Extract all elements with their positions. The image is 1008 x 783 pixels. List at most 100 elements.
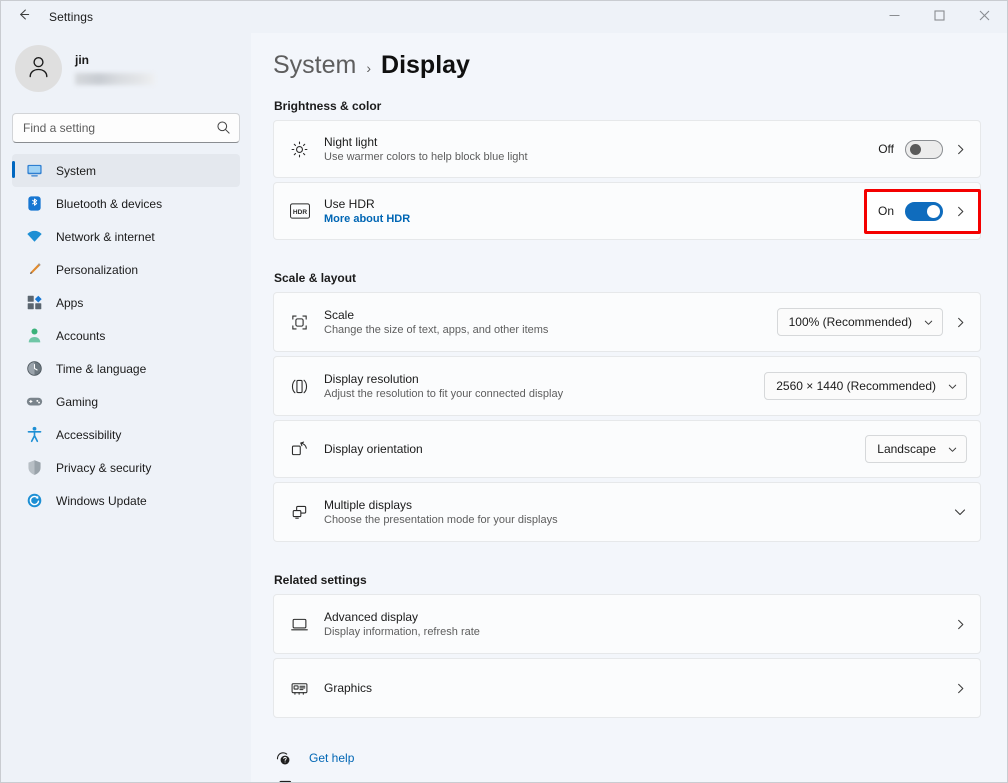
give-feedback-link[interactable]: Give feedback (274, 778, 981, 782)
sidebar-item-privacy-security[interactable]: Privacy & security (12, 451, 240, 484)
hdr-badge-icon: HDR (289, 201, 310, 222)
more-about-hdr-link[interactable]: More about HDR (324, 213, 410, 225)
use-hdr-controls: On (878, 202, 967, 221)
monitor-icon (26, 162, 43, 179)
sidebar-item-apps[interactable]: Apps (12, 286, 240, 319)
sidebar-item-accessibility[interactable]: Accessibility (12, 418, 240, 451)
card-title: Graphics (324, 681, 940, 695)
get-help-link[interactable]: Get help (274, 749, 981, 767)
sidebar: jin (1, 33, 251, 782)
search-input[interactable] (12, 113, 240, 143)
night-light-controls: Off (878, 140, 967, 159)
maximize-button[interactable] (917, 1, 962, 33)
laptop-monitor-icon (289, 614, 310, 635)
card-title: Multiple displays (324, 498, 939, 512)
minimize-icon (889, 8, 900, 26)
display-resolution-dropdown-value: 2560 × 1440 (Recommended) (776, 379, 936, 393)
resolution-icon (289, 376, 310, 397)
sidebar-item-label: Windows Update (56, 494, 147, 508)
give-feedback-label: Give feedback (309, 780, 386, 782)
scale-dropdown-value: 100% (Recommended) (789, 315, 912, 329)
chevron-right-icon[interactable] (954, 143, 967, 156)
rotate-orientation-icon (289, 439, 310, 460)
card-title: Display resolution (324, 372, 750, 386)
multiple-displays-icon (289, 502, 310, 523)
sidebar-item-system[interactable]: System (12, 154, 240, 187)
night-light-card[interactable]: Night light Use warmer colors to help bl… (273, 120, 981, 178)
account-email-redacted (75, 73, 155, 85)
night-light-toggle-label: Off (878, 142, 894, 156)
toggle-knob (910, 144, 921, 155)
avatar (15, 45, 62, 92)
window-controls (872, 1, 1007, 33)
svg-text:HDR: HDR (292, 209, 306, 216)
footer-links: Get help Give feedback (274, 749, 981, 782)
search-box (12, 113, 240, 143)
use-hdr-toggle[interactable] (905, 202, 943, 221)
sidebar-item-gaming[interactable]: Gaming (12, 385, 240, 418)
shield-icon (26, 459, 43, 476)
scale-card[interactable]: Scale Change the size of text, apps, and… (273, 292, 981, 352)
close-button[interactable] (962, 1, 1007, 33)
card-title: Display orientation (324, 442, 851, 456)
multiple-displays-card[interactable]: Multiple displays Choose the presentatio… (273, 482, 981, 542)
back-arrow-icon (16, 7, 31, 27)
multiple-displays-text: Multiple displays Choose the presentatio… (324, 498, 939, 526)
night-light-toggle[interactable] (905, 140, 943, 159)
person-icon (26, 327, 43, 344)
card-subtitle: Display information, refresh rate (324, 626, 940, 638)
card-subtitle: Use warmer colors to help block blue lig… (324, 151, 864, 163)
card-subtitle: Adjust the resolution to fit your connec… (324, 388, 750, 400)
account-row[interactable]: jin (12, 33, 240, 100)
back-button[interactable] (7, 2, 39, 32)
chevron-right-icon[interactable] (954, 316, 967, 329)
chevron-right-icon[interactable] (954, 682, 967, 695)
display-resolution-controls: 2560 × 1440 (Recommended) (764, 372, 967, 400)
scale-dropdown[interactable]: 100% (Recommended) (777, 308, 943, 336)
account-text: jin (75, 53, 155, 85)
display-orientation-dropdown[interactable]: Landscape (865, 435, 967, 463)
use-hdr-card[interactable]: HDR Use HDR More about HDR On (273, 182, 981, 240)
window-body: jin (1, 33, 1007, 782)
chevron-right-icon[interactable] (954, 618, 967, 631)
advanced-display-text: Advanced display Display information, re… (324, 610, 940, 638)
card-title: Scale (324, 308, 763, 322)
card-title: Use HDR (324, 197, 864, 211)
accessibility-icon (26, 426, 43, 443)
sidebar-item-label: Gaming (56, 395, 98, 409)
sidebar-item-accounts[interactable]: Accounts (12, 319, 240, 352)
breadcrumb-parent[interactable]: System (273, 51, 356, 80)
graphics-card-icon (289, 678, 310, 699)
card-subtitle: Choose the presentation mode for your di… (324, 514, 939, 526)
chevron-down-icon[interactable] (953, 505, 967, 519)
sidebar-item-network-internet[interactable]: Network & internet (12, 220, 240, 253)
sidebar-item-time-language[interactable]: Time & language (12, 352, 240, 385)
sidebar-item-label: Apps (56, 296, 83, 310)
display-orientation-controls: Landscape (865, 435, 967, 463)
display-resolution-dropdown[interactable]: 2560 × 1440 (Recommended) (764, 372, 967, 400)
sidebar-item-label: Accessibility (56, 428, 121, 442)
advanced-display-card[interactable]: Advanced display Display information, re… (273, 594, 981, 654)
brightness-color-group: Night light Use warmer colors to help bl… (273, 120, 981, 240)
window-title: Settings (49, 10, 93, 24)
use-hdr-text: Use HDR More about HDR (324, 197, 864, 225)
display-orientation-card[interactable]: Display orientation Landscape (273, 420, 981, 478)
gamepad-icon (26, 393, 43, 410)
paintbrush-icon (26, 261, 43, 278)
display-resolution-card[interactable]: Display resolution Adjust the resolution… (273, 356, 981, 416)
multiple-displays-controls (953, 505, 967, 519)
graphics-card[interactable]: Graphics (273, 658, 981, 718)
minimize-button[interactable] (872, 1, 917, 33)
card-title: Advanced display (324, 610, 940, 624)
sidebar-item-bluetooth-devices[interactable]: Bluetooth & devices (12, 187, 240, 220)
sidebar-item-label: Personalization (56, 263, 138, 277)
chevron-right-icon[interactable] (954, 205, 967, 218)
chevron-down-icon (947, 444, 958, 455)
display-resolution-text: Display resolution Adjust the resolution… (324, 372, 750, 400)
sidebar-item-personalization[interactable]: Personalization (12, 253, 240, 286)
main-scroll-area[interactable]: System › Display Brightness & color (251, 33, 1007, 782)
sidebar-item-windows-update[interactable]: Windows Update (12, 484, 240, 517)
display-orientation-text: Display orientation (324, 442, 851, 456)
section-heading-scale-layout: Scale & layout (274, 271, 981, 285)
scale-layout-group: Scale Change the size of text, apps, and… (273, 292, 981, 542)
